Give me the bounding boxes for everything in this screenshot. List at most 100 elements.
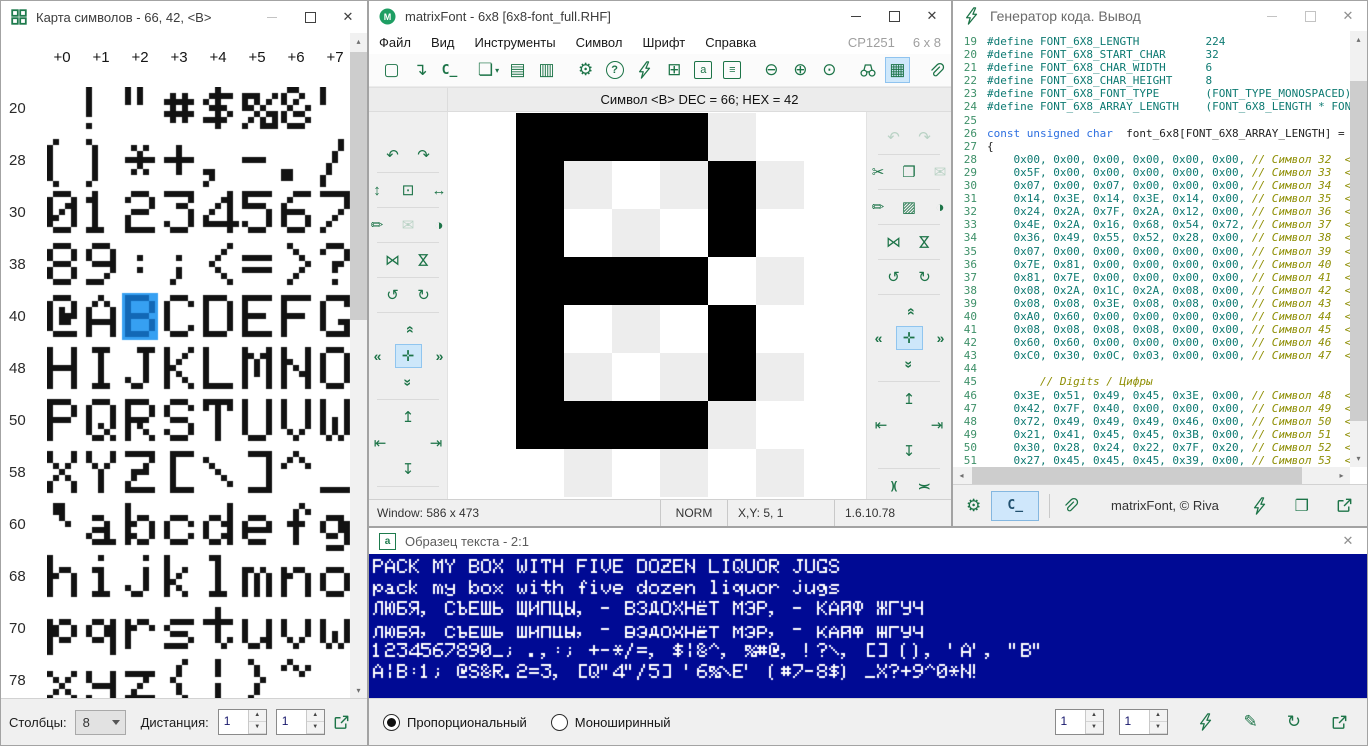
- glyph-pixel[interactable]: [660, 161, 708, 209]
- export-icon[interactable]: [1330, 713, 1349, 732]
- glyph-pixel[interactable]: [756, 305, 804, 353]
- nav-up-icon[interactable]: »: [395, 318, 422, 342]
- edit-icon[interactable]: ✎: [1244, 712, 1258, 732]
- char-map-grid[interactable]: [47, 87, 359, 699]
- copy-icon[interactable]: ❐: [1295, 496, 1309, 516]
- flip-h-icon[interactable]: ⋈: [880, 230, 907, 254]
- crop-icon[interactable]: ⊡: [395, 178, 422, 202]
- scrollbar-thumb[interactable]: [1350, 81, 1367, 421]
- col-width-icon[interactable]: ↔: [426, 178, 449, 202]
- glyph-pixel[interactable]: [612, 353, 660, 401]
- cut-icon[interactable]: ✂: [866, 160, 892, 184]
- maximize-button[interactable]: [291, 1, 329, 33]
- sample-spacing-y-stepper[interactable]: 1 ▲▼: [1119, 709, 1168, 735]
- text-sample-button[interactable]: a: [691, 57, 716, 83]
- glyph-pixel[interactable]: [516, 353, 564, 401]
- menu-вид[interactable]: Вид: [421, 35, 465, 50]
- glyph-pixel[interactable]: [564, 305, 612, 353]
- maximize-button[interactable]: [875, 1, 913, 31]
- settings-button[interactable]: ⚙: [573, 57, 598, 83]
- scroll-up-icon[interactable]: ▴: [1350, 31, 1367, 48]
- shift-up-icon[interactable]: ↥: [896, 387, 923, 411]
- generate-code-button[interactable]: [633, 57, 658, 83]
- maximize-button[interactable]: [1291, 1, 1329, 31]
- code-generator-button[interactable]: C_: [437, 57, 462, 83]
- export-icon[interactable]: [1335, 496, 1354, 515]
- glyph-pixel[interactable]: [564, 209, 612, 257]
- monospaced-radio[interactable]: [551, 714, 568, 731]
- redo-icon[interactable]: ↷: [410, 143, 437, 167]
- columns-select[interactable]: 8: [75, 710, 126, 735]
- shift-down-icon[interactable]: ↧: [896, 439, 923, 463]
- code-scrollbar-horizontal[interactable]: ◂ ▸: [953, 467, 1350, 484]
- glyph-pixel[interactable]: [612, 449, 660, 497]
- move-icon[interactable]: ✛: [395, 344, 422, 368]
- char-map-titlebar[interactable]: Карта символов - 66, 42, <B> ✕: [1, 1, 367, 33]
- glyph-pixel[interactable]: [612, 209, 660, 257]
- gear-icon[interactable]: ⚙: [966, 496, 981, 516]
- menu-файл[interactable]: Файл: [369, 35, 421, 50]
- glyph-pixel[interactable]: [612, 113, 660, 161]
- new-font-button[interactable]: ▢: [379, 57, 404, 83]
- shift-up-icon[interactable]: ↥: [395, 405, 422, 429]
- generate-icon[interactable]: [1251, 497, 1269, 515]
- glyph-pixel[interactable]: [708, 353, 756, 401]
- scroll-down-icon[interactable]: ▾: [1350, 450, 1367, 467]
- glyph-pixel[interactable]: [564, 353, 612, 401]
- export-icon[interactable]: [332, 713, 351, 732]
- squeeze-v-icon[interactable]: )(: [911, 474, 938, 498]
- scrollbar-thumb[interactable]: [972, 467, 1302, 484]
- glyph-pixel[interactable]: [564, 401, 612, 449]
- close-button[interactable]: ✕: [1329, 528, 1367, 554]
- glyph-pixel[interactable]: [660, 449, 708, 497]
- brush-icon[interactable]: ✏: [866, 195, 892, 219]
- glyph-pixel[interactable]: [708, 113, 756, 161]
- save-button[interactable]: ▤: [505, 57, 530, 83]
- paperclip-icon[interactable]: [1062, 497, 1079, 514]
- shift-down-icon[interactable]: ↧: [395, 457, 422, 481]
- find-button[interactable]: [856, 57, 881, 83]
- glyph-pixel[interactable]: [708, 401, 756, 449]
- rotate-ccw-icon[interactable]: ↺: [880, 265, 907, 289]
- refresh-icon[interactable]: ↻: [1287, 712, 1301, 732]
- glyph-pixel[interactable]: [516, 401, 564, 449]
- nav-down-icon[interactable]: »: [395, 370, 422, 394]
- glyph-pixel[interactable]: [660, 209, 708, 257]
- close-button[interactable]: ✕: [1329, 1, 1367, 31]
- import-font-button[interactable]: ↴: [408, 57, 433, 83]
- glyph-pixel[interactable]: [660, 113, 708, 161]
- nav-up-icon[interactable]: »: [896, 300, 923, 324]
- glyph-pixel[interactable]: [612, 401, 660, 449]
- glyph-pixel[interactable]: [660, 353, 708, 401]
- shift-right-icon[interactable]: ⇥: [924, 413, 951, 437]
- rotate-cw-icon[interactable]: ↻: [410, 283, 437, 307]
- shift-right-icon[interactable]: ⇥: [423, 431, 449, 455]
- glyph-pixel[interactable]: [516, 113, 564, 161]
- squeeze-h-icon[interactable]: )(: [880, 474, 907, 498]
- move-icon[interactable]: ✛: [896, 326, 923, 350]
- glyph-pixel[interactable]: [756, 257, 804, 305]
- close-button[interactable]: ✕: [329, 1, 367, 33]
- distance-y-stepper[interactable]: 1 ▲▼: [276, 709, 325, 735]
- glyph-pixel-grid[interactable]: [516, 113, 804, 497]
- flip-h-icon[interactable]: ⋈: [379, 248, 406, 272]
- menu-справка[interactable]: Справка: [695, 35, 766, 50]
- glyph-pixel[interactable]: [756, 401, 804, 449]
- open-file-button[interactable]: ❏▾: [476, 57, 501, 83]
- code-output-button[interactable]: ≡: [720, 57, 745, 83]
- menu-инструменты[interactable]: Инструменты: [465, 35, 566, 50]
- glyph-pixel[interactable]: [756, 161, 804, 209]
- glyph-pixel[interactable]: [564, 257, 612, 305]
- minimize-button[interactable]: [1253, 1, 1291, 31]
- zoom-reset-button[interactable]: ⊙: [817, 57, 842, 83]
- language-c-button[interactable]: C_: [991, 491, 1039, 521]
- nav-left-icon[interactable]: «: [866, 326, 892, 350]
- shift-left-icon[interactable]: ⇤: [369, 431, 394, 455]
- glyph-pixel[interactable]: [708, 449, 756, 497]
- main-titlebar[interactable]: M matrixFont - 6x8 [6x8-font_full.RHF] ✕: [369, 1, 951, 31]
- glyph-pixel[interactable]: [708, 209, 756, 257]
- scroll-up-icon[interactable]: ▴: [350, 33, 367, 50]
- shift-left-icon[interactable]: ⇤: [868, 413, 895, 437]
- brush-icon[interactable]: ✏: [369, 213, 391, 237]
- glyph-pixel[interactable]: [564, 449, 612, 497]
